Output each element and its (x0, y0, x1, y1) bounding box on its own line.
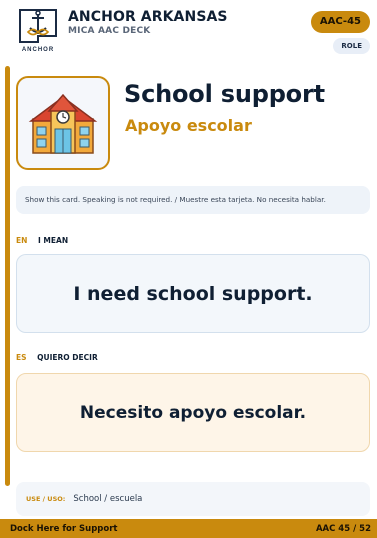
english-label-row: EN I MEAN (16, 236, 68, 245)
brand: ANCHOR ARKANSAS MICA AAC DECK (68, 9, 228, 36)
card-title-spanish: Apoyo escolar (125, 116, 252, 135)
brand-name: ANCHOR ARKANSAS (68, 9, 228, 25)
english-phrase-card[interactable]: I need school support. (16, 254, 370, 333)
use-label: USE / USO: (26, 495, 66, 503)
role-badge: ROLE (333, 38, 370, 54)
card-title-english: School support (124, 80, 325, 108)
card-code-badge: AAC-45 (310, 11, 370, 33)
card-position: AAC 45 / 52 (315, 523, 371, 534)
spanish-code: ES (16, 353, 27, 362)
accent-bar (5, 66, 10, 486)
instruction-note: Show this card. Speaking is not required… (16, 186, 370, 214)
spanish-phrase-card[interactable]: Necesito apoyo escolar. (16, 373, 370, 452)
spanish-label-row: ES QUIERO DECIR (16, 353, 98, 362)
use-row: USE / USO: School / escuela (16, 482, 370, 516)
brand-subtitle: MICA AAC DECK (68, 26, 151, 36)
spanish-label: QUIERO DECIR (37, 353, 98, 362)
english-code: EN (16, 236, 28, 245)
svg-text:ANCHOR: ANCHOR (22, 47, 54, 53)
english-label: I MEAN (38, 236, 69, 245)
use-value: School / escuela (73, 494, 143, 504)
dock-support-link[interactable]: Dock Here for Support (10, 524, 117, 534)
header: ANCHOR ANCHOR ARKANSAS MICA AAC DECK AAC… (0, 0, 377, 64)
anchor-logo: ANCHOR (19, 9, 57, 53)
card-icon-box (16, 76, 110, 170)
school-icon (28, 93, 98, 154)
english-phrase: I need school support. (73, 282, 313, 305)
spanish-phrase: Necesito apoyo escolar. (79, 402, 307, 423)
footer-bar: Dock Here for Support AAC 45 / 52 (0, 519, 377, 538)
